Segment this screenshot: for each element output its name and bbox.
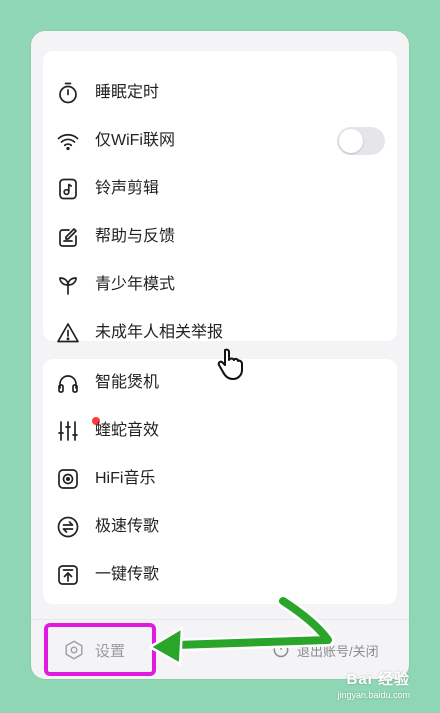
menu-item-viper-effects[interactable]: 蝰蛇音效 — [43, 407, 397, 455]
watermark-url: jingyan.baidu.com — [337, 690, 410, 700]
menu-item-fast-transfer[interactable]: 极速传歌 — [43, 503, 397, 551]
menu-item-label: 铃声剪辑 — [95, 180, 160, 197]
menu-card-general: 睡眠定时 仅WiFi联网 铃声剪辑 帮助与反馈 青少年模式 未成年人相关举报 — [43, 51, 397, 343]
equalizer-icon — [55, 418, 81, 444]
toggle-knob — [339, 129, 363, 153]
feedback-icon — [55, 224, 81, 250]
transfer-icon — [55, 514, 81, 540]
menu-item-label: 智能煲机 — [95, 374, 160, 391]
menu-item-wifi-only[interactable]: 仅WiFi联网 — [43, 117, 397, 165]
wifi-icon — [55, 128, 81, 154]
power-icon — [271, 640, 291, 660]
menu-card-audio: 智能煲机 蝰蛇音效 HiFi音乐 极速传歌 一键传歌 — [43, 359, 397, 604]
menu-item-minor-report[interactable]: 未成年人相关举报 — [43, 309, 397, 357]
headphones-icon — [55, 370, 81, 396]
watermark-logo: Bai 经验 — [346, 671, 410, 688]
menu-item-label: 仅WiFi联网 — [95, 132, 175, 149]
menu-panel: 睡眠定时 仅WiFi联网 铃声剪辑 帮助与反馈 青少年模式 未成年人相关举报 智… — [31, 31, 409, 679]
timer-icon — [55, 80, 81, 106]
menu-item-label: 帮助与反馈 — [95, 228, 176, 245]
logout-label: 退出账号/关闭 — [297, 644, 379, 659]
menu-item-label: 蝰蛇音效 — [95, 422, 160, 439]
menu-item-one-key-transfer[interactable]: 一键传歌 — [43, 551, 397, 599]
menu-item-label: 极速传歌 — [95, 518, 160, 535]
menu-item-label: 一键传歌 — [95, 566, 160, 583]
sprout-icon — [55, 272, 81, 298]
menu-item-ringtone-edit[interactable]: 铃声剪辑 — [43, 165, 397, 213]
menu-item-label: 睡眠定时 — [95, 84, 160, 101]
menu-item-label: 青少年模式 — [95, 276, 176, 293]
hifi-icon — [55, 466, 81, 492]
settings-highlight-box — [44, 623, 156, 676]
warning-icon — [55, 320, 81, 346]
menu-item-label: HiFi音乐 — [95, 470, 156, 487]
menu-item-help-feedback[interactable]: 帮助与反馈 — [43, 213, 397, 261]
menu-item-sleep-timer[interactable]: 睡眠定时 — [43, 69, 397, 117]
ringtone-icon — [55, 176, 81, 202]
menu-item-youth-mode[interactable]: 青少年模式 — [43, 261, 397, 309]
menu-item-hifi-music[interactable]: HiFi音乐 — [43, 455, 397, 503]
menu-item-label: 未成年人相关举报 — [95, 324, 224, 341]
menu-item-smart-burn-in[interactable]: 智能煲机 — [43, 359, 397, 407]
wifi-only-toggle[interactable] — [337, 127, 385, 155]
upload-icon — [55, 562, 81, 588]
